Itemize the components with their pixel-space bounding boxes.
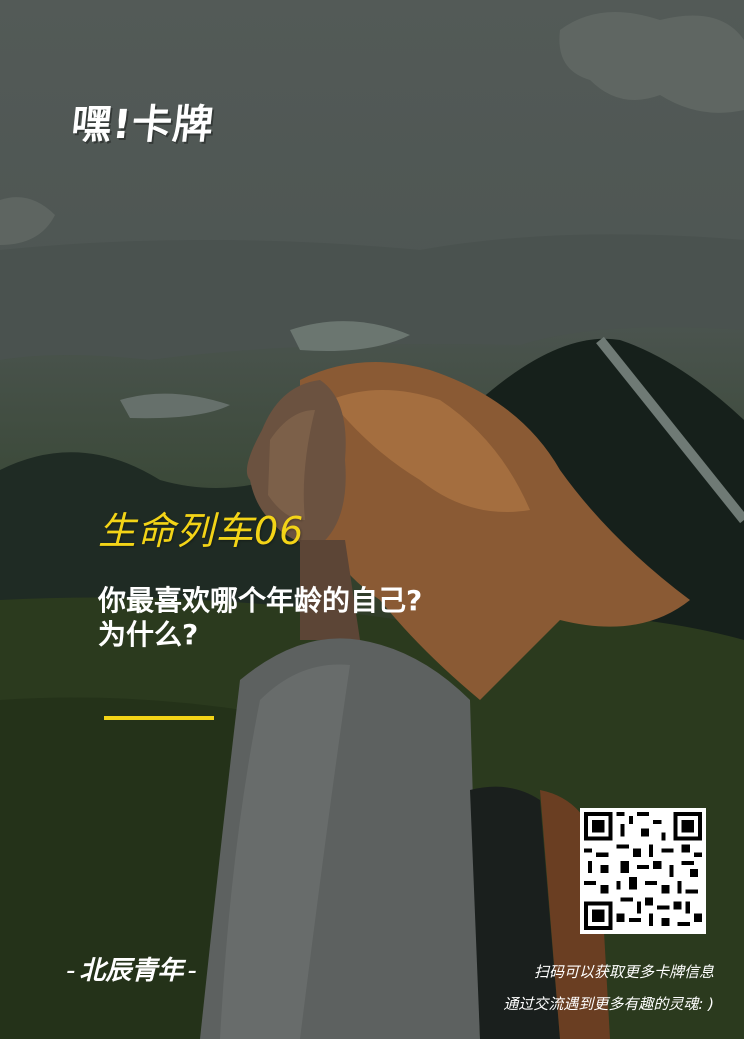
brand-dash-left: -	[66, 956, 76, 986]
info-line-1: 扫码可以获取更多卡牌信息	[533, 963, 714, 981]
organization-brand: - 北辰青年 -	[62, 950, 201, 987]
question-text: 你最喜欢哪个年龄的自己? 为什么?	[98, 584, 558, 652]
series-title: 生命列车06	[98, 509, 305, 553]
qr-code-icon[interactable]	[580, 808, 706, 934]
brand-logo: 嘿!卡牌	[69, 102, 217, 148]
question-line-2: 为什么?	[98, 618, 199, 651]
brand-name: 北辰青年	[79, 956, 184, 986]
info-line-2: 通过交流遇到更多有趣的灵魂: )	[503, 995, 714, 1013]
accent-divider	[104, 716, 214, 720]
card-poster: 嘿!卡牌 生命列车06 你最喜欢哪个年龄的自己? 为什么? - 北辰青年 - 扫…	[0, 0, 744, 1039]
question-line-1: 你最喜欢哪个年龄的自己?	[98, 584, 423, 617]
info-text: 扫码可以获取更多卡牌信息 通过交流遇到更多有趣的灵魂: )	[503, 956, 714, 1020]
brand-dash-right: -	[187, 956, 197, 986]
